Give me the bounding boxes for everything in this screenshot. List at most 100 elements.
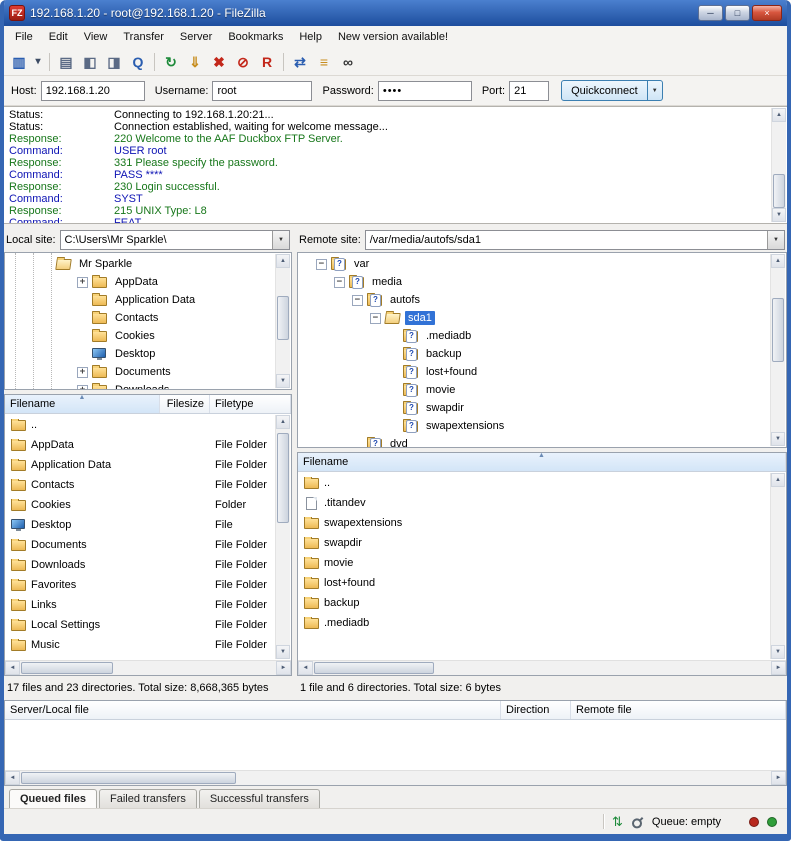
- file-row[interactable]: Cookies Folder: [5, 495, 275, 515]
- local-list-scrollbar[interactable]: ▲ ▼: [275, 415, 290, 659]
- file-row[interactable]: swapextensions: [298, 513, 770, 533]
- file-row[interactable]: movie: [298, 553, 770, 573]
- remote-tree-scrollbar[interactable]: ▲ ▼: [770, 254, 785, 446]
- queue-hscrollbar[interactable]: ◄ ►: [5, 770, 786, 785]
- file-row[interactable]: backup: [298, 593, 770, 613]
- file-row[interactable]: Desktop File: [5, 515, 275, 535]
- file-row[interactable]: Contacts File Folder: [5, 475, 275, 495]
- site-manager-icon[interactable]: ▥: [7, 51, 31, 73]
- menu-item[interactable]: New version available!: [330, 28, 456, 46]
- directory-comparison-icon[interactable]: ≡: [312, 51, 336, 73]
- site-manager-dropdown-icon[interactable]: ▾: [31, 51, 45, 73]
- tree-item[interactable]: dvd: [298, 435, 770, 448]
- scroll-thumb[interactable]: [314, 662, 434, 674]
- tree-item[interactable]: Application Data: [5, 291, 275, 309]
- scroll-right-icon[interactable]: ►: [771, 661, 786, 675]
- menu-item[interactable]: Edit: [41, 28, 76, 46]
- toggle-remote-tree-icon[interactable]: ◨: [102, 51, 126, 73]
- queue-tab[interactable]: Queued files: [9, 789, 97, 808]
- file-row[interactable]: Music File Folder: [5, 635, 275, 655]
- file-row[interactable]: swapdir: [298, 533, 770, 553]
- menu-item[interactable]: Transfer: [115, 28, 172, 46]
- tree-item[interactable]: Cookies: [5, 327, 275, 345]
- column-header-remote-file[interactable]: Remote file: [571, 701, 786, 719]
- close-button[interactable]: ×: [752, 5, 782, 21]
- expander-icon[interactable]: [77, 385, 88, 391]
- scroll-thumb[interactable]: [277, 296, 289, 340]
- scroll-left-icon[interactable]: ◄: [5, 771, 20, 785]
- menu-item[interactable]: Server: [172, 28, 220, 46]
- file-row[interactable]: ..: [5, 415, 275, 435]
- column-header-server-local-file[interactable]: Server/Local file: [5, 701, 501, 719]
- file-row[interactable]: Downloads File Folder: [5, 555, 275, 575]
- dropdown-arrow-icon[interactable]: ▼: [272, 231, 289, 249]
- scroll-left-icon[interactable]: ◄: [5, 661, 20, 675]
- disconnect-icon[interactable]: ⊘: [231, 51, 255, 73]
- tree-item[interactable]: Mr Sparkle: [5, 255, 275, 273]
- titlebar[interactable]: FZ 192.168.1.20 - root@192.168.1.20 - Fi…: [4, 0, 787, 26]
- tree-item[interactable]: Desktop: [5, 345, 275, 363]
- refresh-icon[interactable]: ↻: [159, 51, 183, 73]
- tree-item[interactable]: backup: [298, 345, 770, 363]
- scroll-thumb[interactable]: [277, 433, 289, 523]
- menu-item[interactable]: View: [76, 28, 116, 46]
- scroll-down-icon[interactable]: ▼: [771, 432, 785, 446]
- host-input[interactable]: [41, 81, 145, 101]
- queue-tab[interactable]: Failed transfers: [99, 789, 197, 808]
- dropdown-arrow-icon[interactable]: ▼: [767, 231, 784, 249]
- expander-icon[interactable]: [77, 367, 88, 378]
- scroll-right-icon[interactable]: ►: [276, 661, 291, 675]
- scroll-up-icon[interactable]: ▲: [771, 473, 785, 487]
- scroll-left-icon[interactable]: ◄: [298, 661, 313, 675]
- file-row[interactable]: Favorites File Folder: [5, 575, 275, 595]
- scroll-up-icon[interactable]: ▲: [276, 415, 290, 429]
- find-files-icon[interactable]: ∞: [336, 51, 360, 73]
- scroll-thumb[interactable]: [773, 174, 785, 208]
- queue-tab[interactable]: Successful transfers: [199, 789, 320, 808]
- speed-limits-icon[interactable]: ⇅: [612, 815, 623, 828]
- password-input[interactable]: [378, 81, 472, 101]
- scroll-down-icon[interactable]: ▼: [771, 645, 785, 659]
- scroll-right-icon[interactable]: ►: [771, 771, 786, 785]
- column-header-direction[interactable]: Direction: [501, 701, 571, 719]
- log-scrollbar[interactable]: ▲ ▼: [771, 108, 786, 222]
- tree-item[interactable]: lost+found: [298, 363, 770, 381]
- sync-browsing-icon[interactable]: ⇄: [288, 51, 312, 73]
- username-input[interactable]: [212, 81, 312, 101]
- process-queue-icon[interactable]: ⇓: [183, 51, 207, 73]
- scroll-thumb[interactable]: [772, 298, 784, 362]
- file-row[interactable]: .titandev: [298, 493, 770, 513]
- maximize-button[interactable]: □: [725, 5, 750, 21]
- expander-icon[interactable]: [370, 313, 381, 324]
- remote-site-combo[interactable]: /var/media/autofs/sda1 ▼: [365, 230, 785, 250]
- quickconnect-dropdown-icon[interactable]: ▼: [648, 80, 663, 101]
- file-row[interactable]: Local Settings File Folder: [5, 615, 275, 635]
- tree-item[interactable]: var: [298, 255, 770, 273]
- column-header-filetype[interactable]: Filetype: [210, 395, 291, 413]
- tree-item[interactable]: movie: [298, 381, 770, 399]
- tree-item[interactable]: sda1: [298, 309, 770, 327]
- scroll-up-icon[interactable]: ▲: [772, 108, 786, 122]
- file-row[interactable]: Links File Folder: [5, 595, 275, 615]
- file-row[interactable]: ..: [298, 473, 770, 493]
- minimize-button[interactable]: ─: [698, 5, 723, 21]
- local-site-combo[interactable]: C:\Users\Mr Sparkle\ ▼: [60, 230, 290, 250]
- tree-item[interactable]: swapextensions: [298, 417, 770, 435]
- tree-item[interactable]: media: [298, 273, 770, 291]
- port-input[interactable]: [509, 81, 549, 101]
- toggle-queue-icon[interactable]: Q: [126, 51, 150, 73]
- tree-item[interactable]: swapdir: [298, 399, 770, 417]
- column-header-filename[interactable]: Filename ▲: [298, 453, 786, 471]
- remote-list-scrollbar[interactable]: ▲ ▼: [770, 473, 785, 659]
- menu-item[interactable]: Help: [291, 28, 330, 46]
- menu-item[interactable]: File: [7, 28, 41, 46]
- expander-icon[interactable]: [352, 295, 363, 306]
- scroll-up-icon[interactable]: ▲: [771, 254, 785, 268]
- key-icon[interactable]: [627, 812, 647, 832]
- tree-item[interactable]: Downloads: [5, 381, 275, 390]
- file-row[interactable]: AppData File Folder: [5, 435, 275, 455]
- expander-icon[interactable]: [77, 277, 88, 288]
- toggle-local-tree-icon[interactable]: ◧: [78, 51, 102, 73]
- tree-item[interactable]: .mediadb: [298, 327, 770, 345]
- tree-item[interactable]: Contacts: [5, 309, 275, 327]
